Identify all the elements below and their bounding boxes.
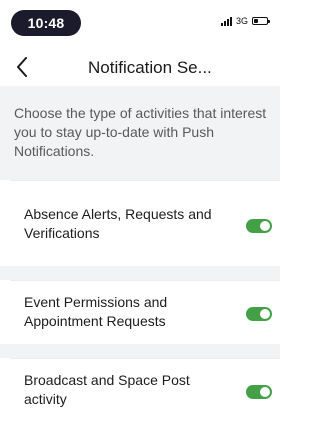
intro-text: Choose the type of activities that inter… (14, 105, 267, 159)
toggle-knob (260, 221, 270, 231)
page-title: Notification Se... (88, 58, 212, 77)
setting-row-event: Event Permissions and Appointment Reques… (10, 280, 280, 344)
network-label: 3G (235, 16, 248, 26)
signal-bars-icon (220, 16, 232, 26)
setting-label: Absence Alerts, Requests and Verificatio… (24, 206, 212, 241)
setting-row-absence: Absence Alerts, Requests and Verificatio… (10, 180, 280, 266)
section-divider (0, 266, 280, 280)
setting-label: Event Permissions and Appointment Reques… (24, 294, 168, 329)
broadcast-toggle[interactable] (246, 385, 272, 399)
battery-level (254, 19, 258, 23)
setting-label: Broadcast and Space Post activity (24, 372, 190, 407)
absence-toggle[interactable] (246, 219, 272, 233)
status-bar: 10:48 3G (0, 0, 280, 48)
setting-row-broadcast: Broadcast and Space Post activity (10, 358, 280, 430)
status-time: 10:48 (11, 10, 81, 36)
battery-icon (252, 17, 270, 25)
toggle-knob (260, 387, 270, 397)
navigation-bar: Notification Se... (0, 48, 280, 86)
back-button[interactable] (8, 52, 36, 82)
intro-section: Choose the type of activities that inter… (0, 86, 280, 180)
chevron-left-icon (17, 57, 27, 77)
toggle-knob (260, 309, 270, 319)
section-divider (0, 344, 280, 358)
event-toggle[interactable] (246, 307, 272, 321)
status-indicators: 3G (220, 16, 270, 26)
